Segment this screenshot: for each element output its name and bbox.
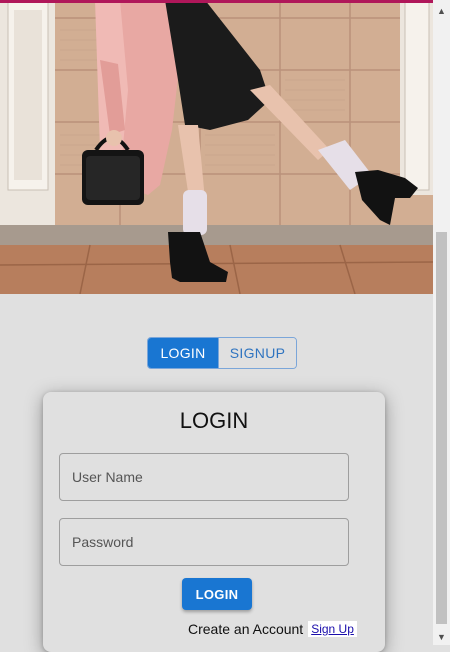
login-title: LOGIN xyxy=(179,408,249,433)
password-input[interactable] xyxy=(59,518,349,566)
username-input[interactable] xyxy=(59,453,349,501)
scroll-thumb[interactable] xyxy=(436,232,447,624)
login-button[interactable]: LOGIN xyxy=(182,578,252,610)
top-accent-bar xyxy=(0,0,450,3)
scroll-down-icon[interactable]: ▼ xyxy=(433,628,450,645)
login-tab[interactable]: LOGIN xyxy=(148,338,218,368)
vertical-scrollbar[interactable]: ▲ ▼ xyxy=(433,0,450,645)
fashion-photo-icon xyxy=(0,0,433,294)
create-account-row: Create an Account Sign Up xyxy=(188,621,357,637)
scroll-up-icon[interactable]: ▲ xyxy=(433,2,450,19)
hero-image xyxy=(0,0,433,294)
login-card: LOGIN LOGIN Create an Account Sign Up xyxy=(43,392,385,652)
auth-toggle: LOGIN SIGNUP xyxy=(147,337,297,369)
create-account-text: Create an Account xyxy=(188,621,304,637)
signup-tab[interactable]: SIGNUP xyxy=(218,338,296,368)
signup-link[interactable]: Sign Up xyxy=(308,621,357,637)
